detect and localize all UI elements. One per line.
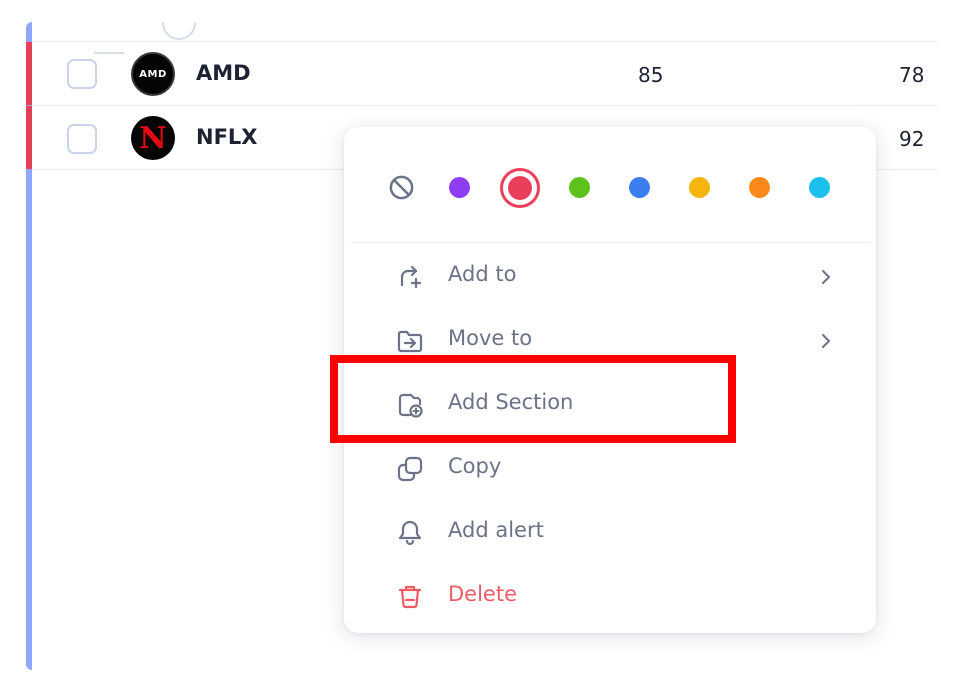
trash-icon xyxy=(398,585,422,609)
color-option-blue[interactable] xyxy=(629,177,650,198)
ticker-logo-partial xyxy=(162,22,196,40)
menu-item-delete[interactable]: Delete xyxy=(344,569,876,625)
row-value: 78 xyxy=(899,63,925,87)
copy-icon xyxy=(397,456,423,482)
netflix-logo-icon: N xyxy=(131,116,175,160)
menu-item-add-alert[interactable]: Add alert xyxy=(344,505,876,561)
menu-item-copy[interactable]: Copy xyxy=(344,441,876,497)
color-picker xyxy=(344,127,876,243)
ticker-symbol[interactable]: NFLX xyxy=(196,125,258,149)
color-option-red-selected[interactable] xyxy=(500,168,540,208)
color-option-yellow[interactable] xyxy=(689,177,710,198)
annotation-highlight-box xyxy=(330,355,736,443)
menu-item-label: Copy xyxy=(448,454,502,478)
row-value: 92 xyxy=(899,127,925,151)
color-swatch-red xyxy=(508,176,532,200)
add-to-icon xyxy=(400,265,422,289)
menu-item-add-to[interactable]: Add to xyxy=(344,249,876,305)
color-option-purple[interactable] xyxy=(449,177,470,198)
row-checkbox-partial[interactable] xyxy=(94,32,124,54)
menu-item-label: Delete xyxy=(448,582,517,606)
row-color-tag xyxy=(26,106,32,169)
chevron-right-icon xyxy=(822,270,830,284)
chevron-right-icon xyxy=(822,334,830,348)
row-value: 85 xyxy=(638,63,664,87)
no-color-icon[interactable] xyxy=(388,174,415,201)
menu-item-label: Add alert xyxy=(448,518,544,542)
row-checkbox-amd[interactable] xyxy=(67,59,97,89)
amd-logo-text: AMD xyxy=(139,68,167,80)
ticker-symbol[interactable]: AMD xyxy=(196,61,251,85)
color-option-green[interactable] xyxy=(569,177,590,198)
color-option-orange[interactable] xyxy=(749,177,770,198)
move-to-icon xyxy=(397,330,423,353)
menu-divider xyxy=(350,242,870,243)
menu-item-label: Add to xyxy=(448,262,517,286)
row-divider xyxy=(32,105,938,106)
color-option-cyan[interactable] xyxy=(809,177,830,198)
row-color-tag xyxy=(26,42,32,105)
bell-icon xyxy=(398,520,422,546)
row-checkbox-nflx[interactable] xyxy=(67,124,97,154)
netflix-logo-text: N xyxy=(139,120,167,156)
menu-item-label: Move to xyxy=(448,326,533,350)
row-divider xyxy=(32,41,938,42)
amd-logo-icon: AMD xyxy=(131,52,175,96)
